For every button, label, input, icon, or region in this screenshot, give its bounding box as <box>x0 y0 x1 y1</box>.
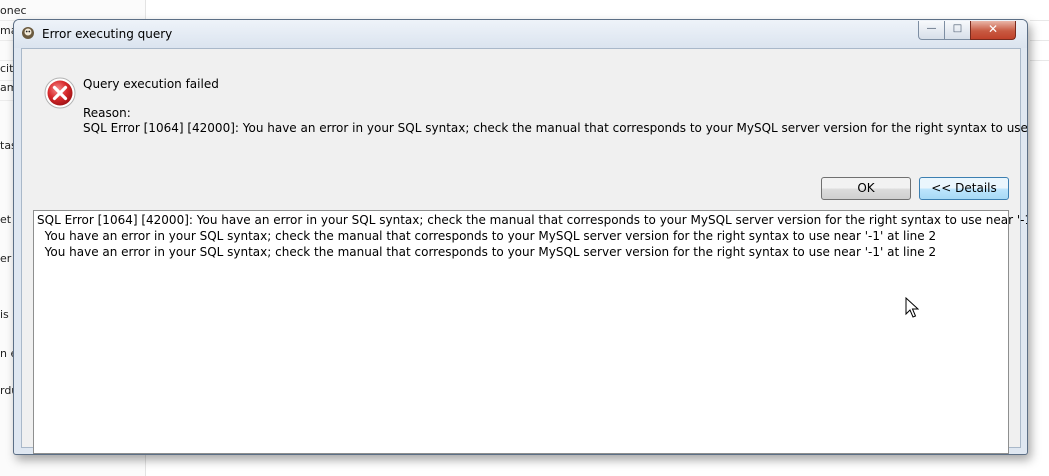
dialog-title: Error executing query <box>42 27 173 41</box>
background-right-panel <box>1030 0 1049 476</box>
ok-button[interactable]: OK <box>821 177 911 200</box>
details-toggle-button[interactable]: << Details <box>919 177 1009 200</box>
error-dialog: Error executing query — □ ✕ Query execut… <box>13 19 1028 455</box>
background-text: et <box>0 213 12 226</box>
background-divider <box>1030 40 1049 41</box>
dialog-body: Query execution failed Reason: SQL Error… <box>21 48 1027 454</box>
title-bar[interactable]: Error executing query — □ ✕ <box>14 20 1027 48</box>
background-text: er <box>0 252 12 265</box>
background-divider <box>1030 60 1049 61</box>
details-line: SQL Error [1064] [42000]: You have an er… <box>37 213 1028 227</box>
minimize-button[interactable]: — <box>918 21 945 40</box>
mouse-pointer-icon <box>905 297 919 318</box>
maximize-button[interactable]: □ <box>944 21 971 40</box>
dbeaver-app-icon <box>22 27 34 39</box>
reason-label: Reason: <box>83 106 131 120</box>
close-button[interactable]: ✕ <box>970 21 1016 40</box>
details-line: You have an error in your SQL syntax; ch… <box>37 245 937 259</box>
background-divider <box>1030 20 1049 21</box>
background-text: cit <box>0 62 14 75</box>
background-text: onec <box>0 4 27 17</box>
background-text: is <box>0 308 9 321</box>
error-x-icon <box>44 77 76 109</box>
reason-text: SQL Error [1064] [42000]: You have an er… <box>83 121 1028 135</box>
error-details-textarea[interactable]: SQL Error [1064] [42000]: You have an er… <box>33 210 1027 454</box>
error-heading: Query execution failed <box>83 77 219 91</box>
details-line: You have an error in your SQL syntax; ch… <box>37 229 937 243</box>
